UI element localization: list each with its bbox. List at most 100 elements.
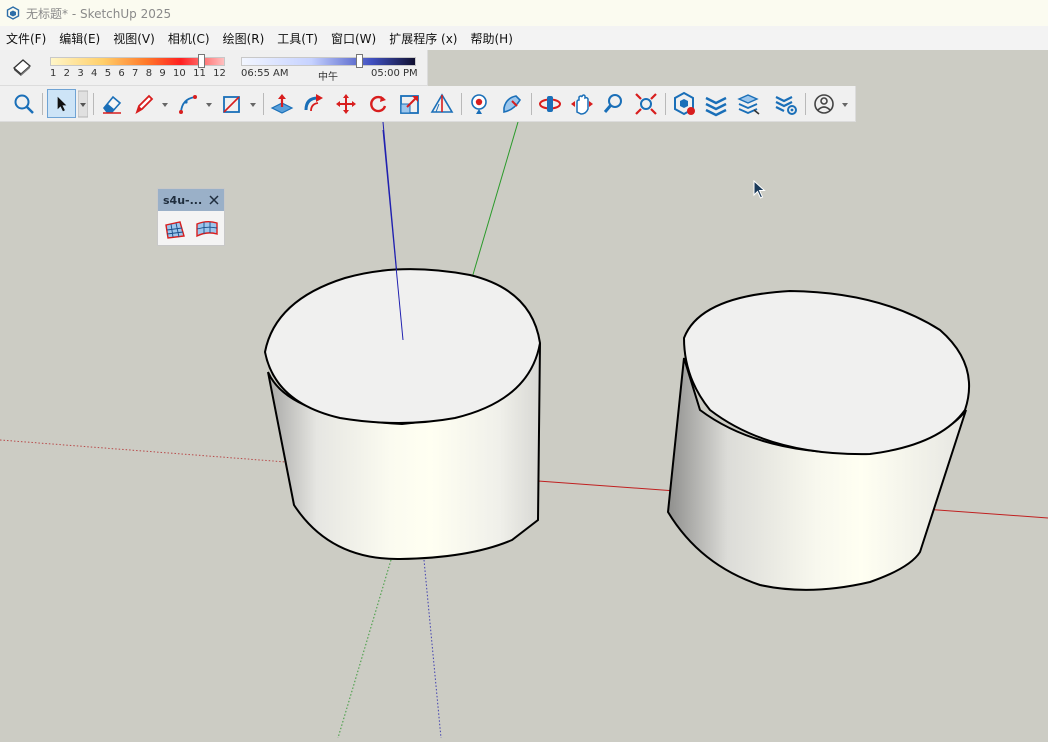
separator [263, 93, 264, 115]
close-icon[interactable] [208, 194, 220, 206]
follow-me-button[interactable] [300, 90, 328, 118]
month-tick: 10 [173, 68, 186, 79]
month-tick: 9 [159, 68, 166, 79]
time-start-label: 06:55 AM [241, 68, 289, 79]
shadows-toggle-icon[interactable] [10, 56, 34, 78]
window-title: 无标题* - SketchUp 2025 [26, 6, 172, 21]
month-tick: 4 [91, 68, 98, 79]
zoom-button[interactable] [600, 90, 628, 118]
menu-help[interactable]: 帮助(H) [464, 30, 519, 47]
eraser-button[interactable] [98, 90, 126, 118]
follow-me-icon [304, 94, 323, 112]
extension-warehouse-button[interactable] [670, 90, 698, 118]
menu-bar: 文件(F) 编辑(E) 视图(V) 相机(C) 绘图(R) 工具(T) 窗口(W… [0, 26, 1048, 50]
zoom-extents-icon [635, 93, 657, 115]
chevron-down-icon [77, 90, 89, 118]
cylinder-right[interactable] [666, 289, 971, 591]
paint-bucket-icon [471, 94, 487, 114]
search-button[interactable] [10, 90, 38, 118]
select-tool-button[interactable] [47, 89, 76, 118]
panel-title: s4u-... [163, 193, 203, 207]
separator [461, 93, 462, 115]
month-tick: 1 [50, 68, 57, 79]
menu-window[interactable]: 窗口(W) [325, 30, 383, 47]
account-icon [814, 94, 834, 114]
chevron-down-icon [162, 103, 168, 107]
curved-grid-icon[interactable] [195, 217, 219, 241]
month-tick: 6 [118, 68, 125, 79]
search-icon [14, 94, 34, 114]
select-dropdown[interactable] [77, 90, 89, 118]
warehouse-button[interactable] [498, 90, 526, 118]
menu-file[interactable]: 文件(F) [0, 30, 53, 47]
zoom-extents-button[interactable] [632, 90, 660, 118]
scale-icon [400, 95, 419, 114]
pencil-button[interactable] [130, 90, 158, 118]
rectangle-icon [223, 96, 240, 113]
scale-button[interactable] [396, 90, 424, 118]
rectangle-dropdown[interactable] [248, 90, 258, 118]
chevron-down-icon [842, 103, 848, 107]
rotate-icon [370, 95, 387, 113]
menu-extensions[interactable]: 扩展程序 (x) [383, 30, 464, 47]
pencil-dropdown[interactable] [160, 90, 170, 118]
separator [805, 93, 806, 115]
month-tick: 5 [104, 68, 112, 79]
grid-surface-icon[interactable] [163, 217, 187, 241]
arc-icon [179, 95, 197, 114]
main-toolbar [0, 86, 856, 122]
move-button[interactable] [332, 90, 360, 118]
move-icon [336, 94, 356, 114]
separator [665, 93, 666, 115]
pan-icon [571, 94, 593, 115]
menu-tools[interactable]: 工具(T) [271, 30, 325, 47]
layer-settings-button[interactable] [772, 90, 800, 118]
month-tick: 12 [213, 68, 226, 79]
month-slider-thumb[interactable] [198, 54, 206, 68]
tape-measure-icon [430, 93, 454, 113]
blue-axis-negative [423, 559, 442, 739]
pan-button[interactable] [568, 90, 596, 118]
separator [93, 93, 94, 115]
green-axis [471, 121, 519, 279]
layers-button[interactable] [702, 90, 730, 118]
pencil-icon [135, 94, 154, 115]
menu-view[interactable]: 视图(V) [107, 30, 162, 47]
month-tick: 2 [63, 68, 71, 79]
title-bar: 无标题* - SketchUp 2025 [0, 0, 1048, 26]
warehouse-icon [503, 95, 522, 113]
extension-warehouse-icon [674, 91, 695, 116]
month-tick: 8 [145, 68, 153, 79]
month-slider[interactable] [50, 54, 225, 68]
month-tick: 7 [132, 68, 139, 79]
sketchup-logo-icon [6, 6, 20, 20]
eraser-icon [102, 95, 122, 114]
account-button[interactable] [810, 90, 838, 118]
panel-header[interactable]: s4u-... [158, 189, 224, 211]
rectangle-button[interactable] [218, 90, 246, 118]
time-slider-thumb[interactable] [356, 54, 364, 68]
paint-bucket-button[interactable] [466, 90, 494, 118]
arc-button[interactable] [174, 90, 202, 118]
green-axis-negative [337, 559, 392, 739]
select-arrow-icon [57, 96, 67, 112]
arc-dropdown[interactable] [204, 90, 214, 118]
menu-camera[interactable]: 相机(C) [162, 30, 217, 47]
menu-edit[interactable]: 编辑(E) [53, 30, 107, 47]
s4u-toolbar-panel[interactable]: s4u-... [157, 188, 225, 246]
rotate-button[interactable] [364, 90, 392, 118]
menu-draw[interactable]: 绘图(R) [217, 30, 272, 47]
layers-icon [705, 96, 727, 117]
cylinder-left[interactable] [263, 129, 542, 561]
push-pull-button[interactable] [268, 90, 296, 118]
time-end-label: 05:00 PM [371, 68, 418, 79]
orbit-icon [539, 96, 561, 112]
orbit-button[interactable] [536, 90, 564, 118]
time-slider[interactable] [241, 54, 416, 68]
chevron-down-icon [206, 103, 212, 107]
account-dropdown[interactable] [840, 90, 850, 118]
mouse-cursor-icon [753, 180, 766, 199]
tape-measure-button[interactable] [428, 90, 456, 118]
zoom-icon [603, 94, 622, 113]
stack-button[interactable] [734, 90, 762, 118]
